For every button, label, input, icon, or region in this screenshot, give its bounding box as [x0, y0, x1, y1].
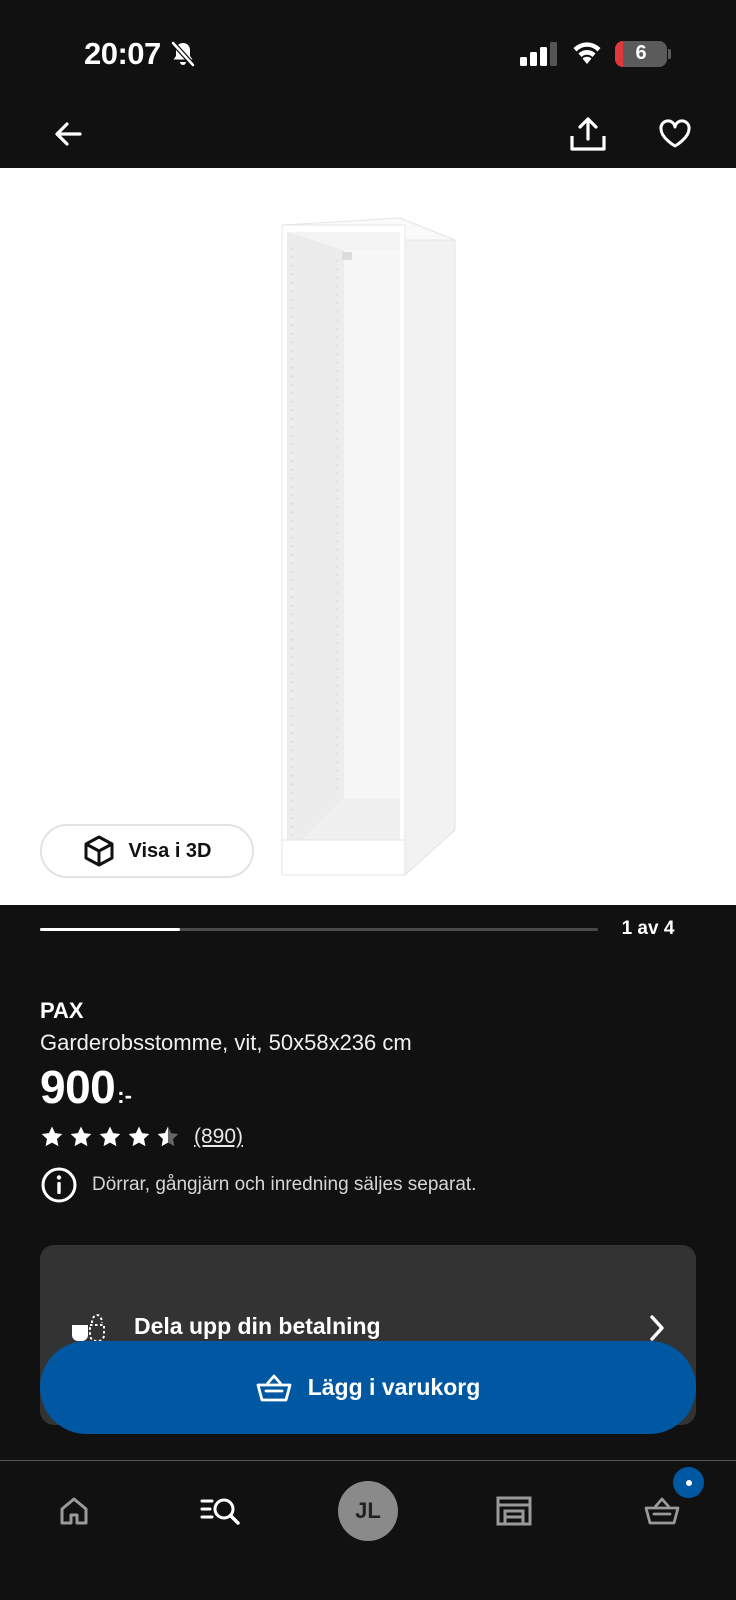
wardrobe-frame-image [281, 217, 456, 877]
home-icon [60, 1497, 88, 1525]
signal-icon [520, 42, 558, 71]
search-icon [200, 1498, 240, 1525]
nav-search[interactable] [190, 1481, 250, 1541]
info-text: Dörrar, gångjärn och inredning säljes se… [92, 1174, 477, 1195]
status-bar: 20:07 6 [0, 0, 736, 108]
status-time: 20:07 [84, 36, 161, 71]
star-full-icon [70, 1126, 92, 1147]
view-3d-label: Visa i 3D [128, 839, 212, 862]
product-brand: PAX [40, 998, 84, 1023]
star-full-icon [128, 1126, 150, 1147]
avatar[interactable]: JL [338, 1481, 398, 1541]
review-count-link[interactable]: (890) [194, 1125, 243, 1149]
carousel-progress [40, 928, 598, 931]
rating-stars [40, 1125, 180, 1149]
battery-icon: 6 [615, 41, 667, 67]
product-description: Garderobsstomme, vit, 50x58x236 cm [40, 1030, 412, 1055]
star-half-icon [157, 1126, 179, 1147]
rating-row[interactable]: (890) [40, 1124, 243, 1150]
info-notice: Dörrar, gångjärn och inredning säljes se… [40, 1166, 476, 1204]
price-value: 900 [40, 1061, 116, 1113]
wifi-icon [570, 38, 604, 71]
view-3d-button[interactable]: Visa i 3D [40, 824, 254, 878]
star-full-icon [41, 1126, 63, 1147]
battery-cap [668, 49, 671, 59]
bottom-navigation: JL [0, 1460, 736, 1600]
cart-badge [673, 1467, 704, 1498]
add-to-cart-button[interactable]: Lägg i varukorg [40, 1341, 696, 1434]
carousel-counter: 1 av 4 [621, 918, 675, 939]
price-suffix: :- [117, 1083, 132, 1108]
product-image[interactable]: Visa i 3D [0, 168, 736, 905]
bell-off-icon [170, 40, 196, 73]
heart-icon [659, 119, 691, 148]
basket-icon [256, 1374, 292, 1401]
add-to-cart-label: Lägg i varukorg [307, 1374, 481, 1400]
product-price: 900 :- [40, 1060, 132, 1114]
top-navigation [0, 108, 736, 168]
store-icon [496, 1496, 532, 1526]
payment-split-label: Dela upp din betalning [134, 1313, 381, 1339]
back-button[interactable] [46, 112, 90, 156]
carousel-progress-fill [40, 928, 180, 931]
nav-home[interactable] [44, 1481, 104, 1541]
basket-icon [644, 1497, 680, 1525]
cart-badge-dot [685, 1479, 692, 1486]
battery-level: 6 [635, 42, 647, 64]
favorite-button[interactable] [652, 112, 698, 156]
share-button[interactable] [566, 110, 610, 158]
star-full-icon [99, 1126, 121, 1147]
cube-icon [84, 835, 114, 867]
nav-store[interactable] [484, 1481, 544, 1541]
share-icon [570, 117, 606, 151]
info-icon [41, 1167, 77, 1203]
back-arrow-icon [55, 122, 82, 146]
